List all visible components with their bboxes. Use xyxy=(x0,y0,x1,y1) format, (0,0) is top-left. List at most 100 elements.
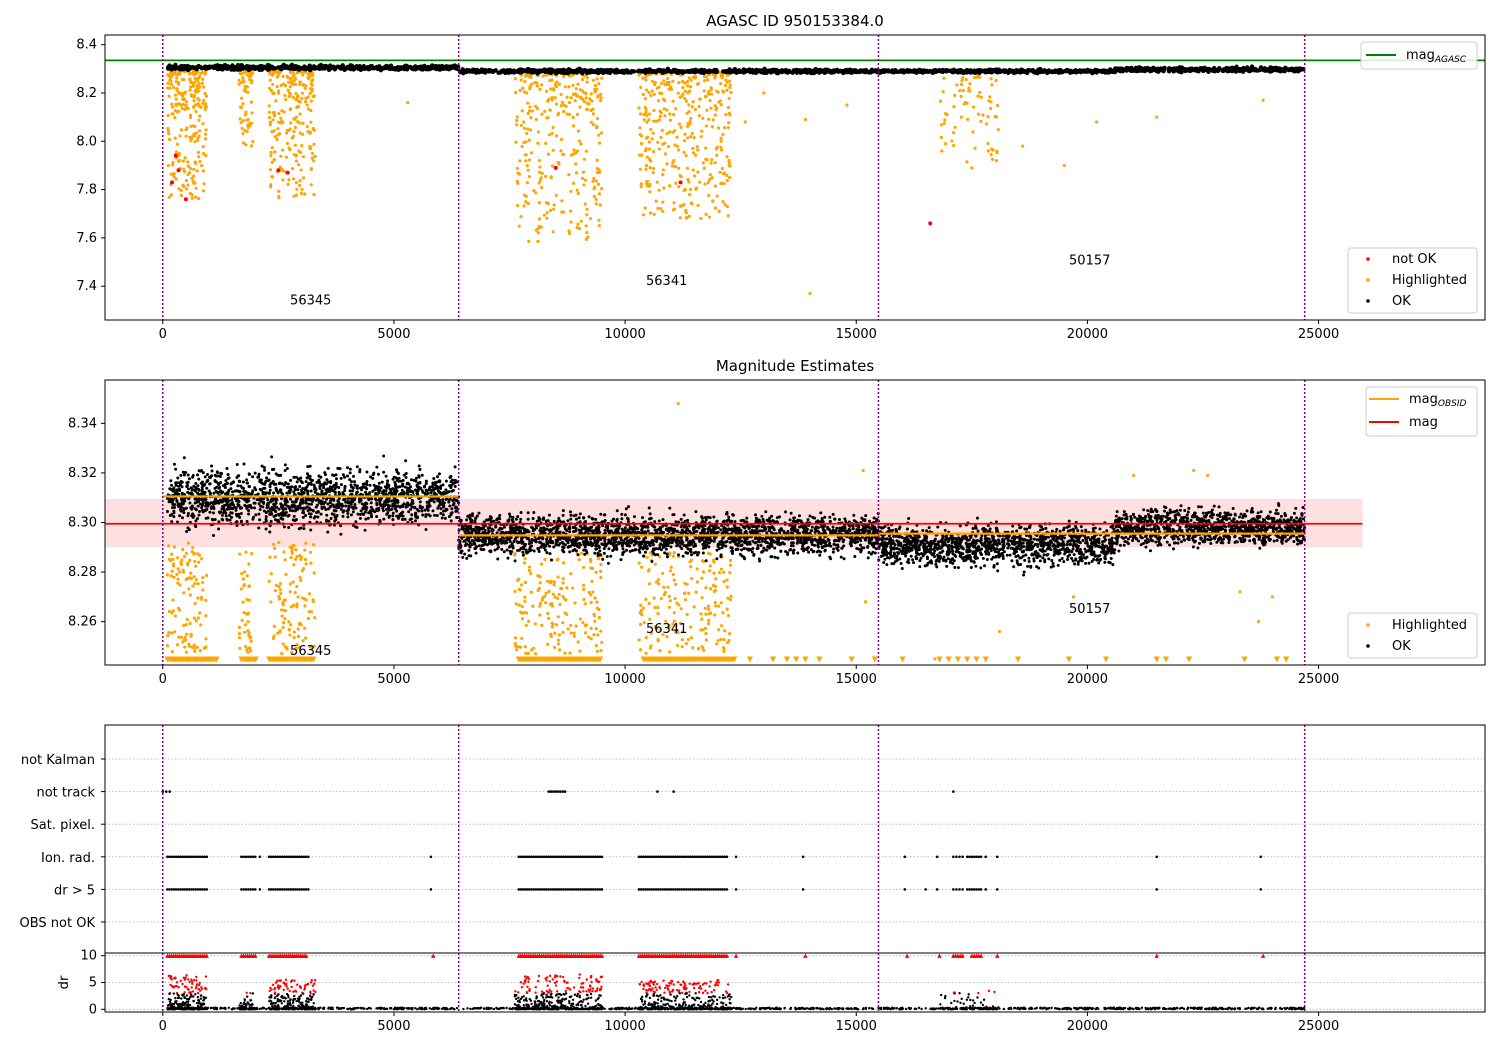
highlighted-point xyxy=(189,139,193,143)
highlighted-point xyxy=(645,155,650,159)
ok-point xyxy=(571,68,576,74)
highlighted-point xyxy=(700,596,704,600)
highlighted-point xyxy=(637,638,641,642)
highlighted-point xyxy=(301,132,305,136)
highlighted-point xyxy=(707,607,711,611)
clipped-marker xyxy=(783,656,790,663)
highlighted-point xyxy=(596,633,600,637)
ok-point xyxy=(1031,69,1036,75)
ok-point xyxy=(421,65,426,70)
highlighted-point xyxy=(272,542,276,547)
highlighted-point xyxy=(306,616,311,621)
highlighted-point xyxy=(642,112,646,117)
highlighted-point xyxy=(241,600,245,604)
highlighted-point xyxy=(652,596,656,600)
highlighted-point xyxy=(652,150,656,154)
highlighted-point xyxy=(520,636,524,640)
highlighted-point xyxy=(943,118,947,122)
highlighted-point xyxy=(192,95,196,99)
highlighted-point xyxy=(690,202,694,206)
highlighted-point xyxy=(715,642,719,646)
highlighted-point xyxy=(277,196,281,200)
ok-point xyxy=(348,489,352,493)
highlighted-point xyxy=(674,582,678,586)
highlighted-point xyxy=(309,108,313,113)
highlighted-point xyxy=(710,158,714,162)
highlighted-point xyxy=(594,197,598,201)
ok-point xyxy=(196,484,200,488)
highlighted-point xyxy=(677,148,681,152)
clipped-marker xyxy=(1153,656,1160,663)
highlighted-point xyxy=(202,98,206,102)
ok-point xyxy=(821,69,827,74)
ok-point xyxy=(448,504,452,508)
ok-point xyxy=(245,478,249,482)
highlighted-point xyxy=(713,184,717,188)
highlighted-point xyxy=(659,111,663,115)
highlighted-point xyxy=(994,115,999,119)
highlighted-point xyxy=(726,596,730,600)
ok-point xyxy=(578,68,583,74)
ok-point xyxy=(671,67,676,73)
highlighted-point xyxy=(585,230,589,235)
highlighted-point xyxy=(713,600,717,604)
highlighted-point xyxy=(548,208,553,213)
highlighted-point xyxy=(569,623,573,628)
highlighted-point xyxy=(282,110,286,114)
highlighted-point xyxy=(521,86,525,90)
highlighted-point xyxy=(296,99,300,103)
highlighted-point xyxy=(1238,590,1242,594)
highlighted-point xyxy=(280,148,285,152)
highlighted-point xyxy=(178,134,182,138)
ok-point xyxy=(1115,68,1120,73)
ok-point xyxy=(224,479,228,483)
highlighted-point xyxy=(193,89,197,93)
highlighted-point xyxy=(845,103,849,107)
highlighted-point xyxy=(171,161,175,165)
highlighted-point xyxy=(551,230,555,234)
highlighted-point xyxy=(526,127,530,131)
highlighted-point xyxy=(726,613,731,618)
ok-point xyxy=(385,482,389,486)
highlighted-point xyxy=(583,631,588,635)
highlighted-point xyxy=(702,89,706,93)
highlighted-point xyxy=(282,550,286,554)
clipped-marker xyxy=(945,656,952,663)
highlighted-point xyxy=(175,76,179,80)
highlighted-point xyxy=(311,126,315,131)
highlighted-point xyxy=(592,614,597,618)
y-tick-label: 8.2 xyxy=(76,86,97,101)
highlighted-point xyxy=(184,128,188,132)
highlighted-point xyxy=(684,153,688,158)
highlighted-point xyxy=(955,83,959,87)
ok-point xyxy=(353,65,358,71)
highlighted-point xyxy=(193,601,197,606)
highlighted-point xyxy=(200,81,204,85)
ok-point xyxy=(517,67,523,72)
x-tick-label: 0 xyxy=(159,327,167,342)
highlighted-point xyxy=(545,211,549,215)
ok-point xyxy=(802,68,808,74)
ok-point xyxy=(292,65,297,70)
highlighted-point xyxy=(578,105,582,109)
ok-point xyxy=(270,468,274,472)
highlighted-point xyxy=(685,612,689,617)
highlighted-point xyxy=(168,86,172,90)
highlighted-point xyxy=(517,577,521,581)
highlighted-point xyxy=(269,150,273,155)
ok-point xyxy=(309,508,313,512)
ok-point xyxy=(242,462,246,466)
highlighted-point xyxy=(279,591,283,596)
highlighted-point xyxy=(169,82,174,87)
highlighted-point xyxy=(271,82,275,87)
highlighted-point xyxy=(526,651,530,656)
highlighted-point xyxy=(520,144,524,149)
highlighted-point xyxy=(239,96,244,100)
highlighted-point xyxy=(714,577,718,581)
highlighted-point xyxy=(573,99,577,103)
highlighted-point xyxy=(682,591,686,595)
highlighted-point xyxy=(296,104,300,109)
highlighted-point xyxy=(184,134,188,138)
highlighted-point xyxy=(546,99,550,103)
highlighted-point xyxy=(278,165,282,169)
